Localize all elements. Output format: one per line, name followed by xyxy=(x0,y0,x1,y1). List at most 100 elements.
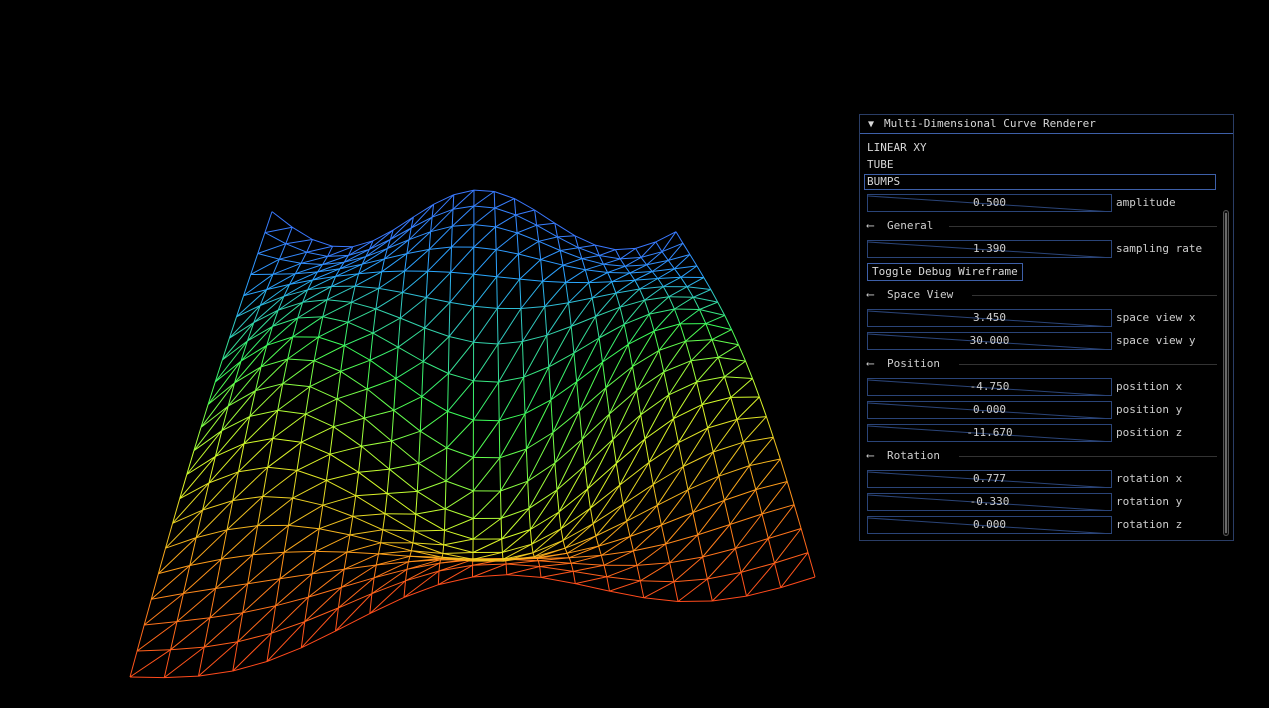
mesh-diagonal xyxy=(417,480,447,492)
mesh-diagonal xyxy=(326,471,359,481)
space-view-y-value: 30.000 xyxy=(969,334,1010,347)
position-y-slider[interactable]: 0.000 xyxy=(867,401,1112,419)
mesh-edge xyxy=(344,345,371,361)
mesh-edge xyxy=(279,552,285,579)
mesh-edge xyxy=(309,386,338,400)
mesh-diagonal xyxy=(612,390,638,440)
position-z-slider[interactable]: -11.670 xyxy=(867,424,1112,442)
mesh-edge xyxy=(724,489,756,501)
mesh-edge xyxy=(655,241,663,252)
mesh-diagonal xyxy=(252,525,289,556)
mesh-edge xyxy=(380,542,412,552)
mesh-edge xyxy=(384,513,415,532)
mesh-diagonal xyxy=(730,378,753,398)
toggle-debug-wireframe-button[interactable]: Toggle Debug Wireframe xyxy=(867,263,1023,281)
mesh-diagonal xyxy=(301,426,334,443)
mesh-edge xyxy=(347,321,374,334)
mesh-edge xyxy=(585,269,608,273)
mesh-edge xyxy=(369,359,397,379)
mesh-edge xyxy=(382,513,386,530)
position-x-slider[interactable]: -4.750 xyxy=(867,378,1112,396)
list-item-linear-xy[interactable]: LINEAR XY xyxy=(867,141,927,155)
mesh-edge xyxy=(494,207,516,216)
panel-scrollbar[interactable] xyxy=(1223,210,1229,536)
mesh-diagonal xyxy=(693,289,712,298)
mesh-edge xyxy=(473,341,499,345)
mesh-edge xyxy=(639,580,645,598)
rotation-z-slider[interactable]: 0.000 xyxy=(867,516,1112,534)
mesh-edge xyxy=(619,462,650,486)
panel-title-bar[interactable]: ▼ Multi-Dimensional Curve Renderer xyxy=(860,115,1233,134)
mesh-diagonal xyxy=(531,511,560,545)
mesh-diagonal xyxy=(279,551,316,580)
mesh-edge xyxy=(279,258,302,264)
mesh-diagonal xyxy=(701,376,725,405)
mesh-edge xyxy=(574,235,596,246)
rotation-x-slider[interactable]: 0.777 xyxy=(867,470,1112,488)
mesh-diagonal xyxy=(560,247,579,251)
mesh-edge xyxy=(473,224,496,228)
mesh-edge xyxy=(200,404,209,428)
amplitude-slider[interactable]: 0.500 xyxy=(867,194,1112,212)
mesh-edge xyxy=(322,316,349,323)
mesh-diagonal xyxy=(272,413,306,439)
mesh-diagonal xyxy=(556,439,583,491)
panel-title: Multi-Dimensional Curve Renderer xyxy=(884,117,1096,130)
mesh-edge xyxy=(772,437,781,460)
section-rotation-header[interactable]: ⟵ Rotation xyxy=(867,448,1217,464)
mesh-edge xyxy=(527,481,530,509)
list-item-bumps[interactable]: BUMPS xyxy=(867,175,900,189)
mesh-edge xyxy=(636,565,641,581)
mesh-edge xyxy=(193,427,202,451)
mesh-diagonal xyxy=(495,214,516,228)
scrollbar-thumb[interactable] xyxy=(1225,213,1227,533)
mesh-edge xyxy=(761,504,795,515)
mesh-edge xyxy=(381,270,405,273)
mesh-diagonal xyxy=(506,560,539,565)
mesh-edge xyxy=(755,489,763,515)
mesh-edge xyxy=(626,521,631,537)
mesh-edge xyxy=(232,496,263,502)
mesh-diagonal xyxy=(389,462,419,470)
mesh-edge xyxy=(598,545,602,556)
mesh-diagonal xyxy=(472,538,502,553)
rotation-y-slider[interactable]: -0.330 xyxy=(867,493,1112,511)
mesh-edge xyxy=(544,306,548,336)
section-position-header[interactable]: ⟵ Position xyxy=(867,356,1217,372)
mesh-edge xyxy=(393,409,421,432)
mesh-diagonal xyxy=(372,317,401,334)
mesh-diagonal xyxy=(415,508,446,515)
rotation-y-value: -0.330 xyxy=(969,495,1010,508)
mesh-edge xyxy=(523,366,549,378)
space-view-y-slider[interactable]: 30.000 xyxy=(867,332,1112,350)
list-item-tube[interactable]: TUBE xyxy=(867,158,894,172)
mesh-edge xyxy=(284,550,316,553)
mesh-edge xyxy=(418,431,421,464)
mesh-edge xyxy=(703,277,712,290)
mesh-edge xyxy=(446,411,449,448)
mesh-diagonal xyxy=(736,396,760,420)
mesh-edge xyxy=(740,572,747,597)
rotation-x-row: 0.777 rotation x xyxy=(867,470,1222,488)
mesh-edge xyxy=(499,457,501,492)
mesh-edge xyxy=(496,249,519,255)
mesh-diagonal xyxy=(382,529,415,532)
curve-renderer-panel[interactable]: ▼ Multi-Dimensional Curve Renderer LINEAR… xyxy=(859,114,1234,541)
mesh-edge xyxy=(612,414,642,440)
mesh-edge xyxy=(451,209,454,227)
section-general-header[interactable]: ⟵ General xyxy=(867,218,1217,234)
sampling-rate-slider[interactable]: 1.390 xyxy=(867,240,1112,258)
mesh-edge xyxy=(505,563,508,575)
mesh-edge xyxy=(717,301,726,316)
section-space-view-header[interactable]: ⟵ Space View xyxy=(867,287,1217,303)
mesh-edge xyxy=(380,529,384,543)
mesh-diagonal xyxy=(498,341,523,383)
collapse-triangle-icon[interactable]: ▼ xyxy=(864,116,878,133)
mesh-edge xyxy=(406,561,409,570)
mesh-diagonal xyxy=(536,222,555,226)
space-view-x-slider[interactable]: 3.450 xyxy=(867,309,1112,327)
mesh-edge xyxy=(355,472,360,496)
mesh-edge xyxy=(307,573,313,598)
space-view-y-label: space view y xyxy=(1116,334,1196,347)
mesh-diagonal xyxy=(473,276,498,307)
